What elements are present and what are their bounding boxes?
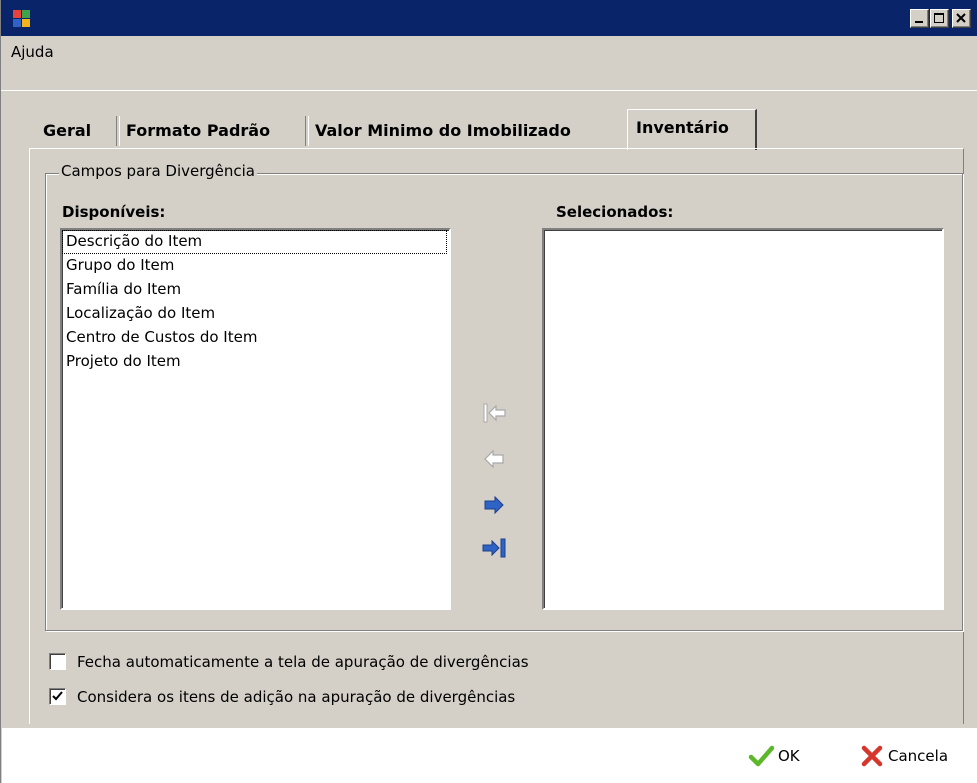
menu-bar: Ajuda (1, 36, 977, 66)
ok-button[interactable]: OK (748, 744, 820, 772)
minimize-icon (915, 21, 923, 23)
tab-separator (116, 116, 120, 146)
app-icon (13, 10, 31, 28)
list-item[interactable]: Grupo do Item (62, 254, 449, 278)
tab-inventario-label: Inventário (636, 118, 729, 137)
arrow-left-icon (484, 449, 504, 469)
tab-geral[interactable]: Geral (43, 121, 91, 140)
cancel-label: Cancela (888, 747, 949, 765)
list-item[interactable]: Descrição do Item (62, 230, 447, 254)
maximize-icon (934, 13, 944, 23)
auto-close-checkbox[interactable] (49, 653, 66, 670)
ok-label: OK (778, 747, 800, 765)
add-all-button[interactable] (479, 533, 511, 563)
double-arrow-right-icon (482, 538, 506, 558)
maximize-button[interactable] (930, 9, 949, 28)
title-bar[interactable] (1, 0, 977, 36)
tab-formato-padrao[interactable]: Formato Padrão (126, 121, 270, 140)
menu-divider (1, 90, 977, 91)
available-label: Disponíveis: (62, 203, 166, 221)
x-mark-icon (861, 745, 883, 767)
check-mark-icon (748, 745, 774, 767)
minimize-button[interactable] (910, 9, 929, 28)
auto-close-option[interactable]: Fecha automaticamente a tela de apuração… (49, 651, 649, 675)
list-item[interactable]: Centro de Custos do Item (62, 326, 449, 350)
auto-close-label: Fecha automaticamente a tela de apuração… (77, 653, 529, 671)
selected-label: Selecionados: (556, 203, 674, 221)
dialog-window: Ajuda Geral Formato Padrão Valor Minimo … (0, 0, 977, 783)
selected-list[interactable] (542, 228, 944, 610)
double-arrow-left-icon (483, 403, 506, 423)
list-item[interactable]: Família do Item (62, 278, 449, 302)
close-icon (956, 13, 966, 23)
list-item[interactable]: Localização do Item (62, 302, 449, 326)
include-addition-option[interactable]: Considera os itens de adição na apuração… (49, 686, 649, 710)
cancel-button[interactable]: Cancela (860, 744, 972, 772)
menu-help[interactable]: Ajuda (11, 43, 54, 61)
add-one-button[interactable] (479, 490, 511, 520)
arrow-right-icon (484, 495, 504, 515)
available-list[interactable]: Descrição do Item Grupo do Item Família … (60, 228, 451, 610)
close-button[interactable] (952, 9, 971, 28)
group-title: Campos para Divergência (59, 162, 257, 180)
check-icon (52, 691, 63, 701)
remove-one-button[interactable] (479, 444, 511, 474)
tab-inventario[interactable]: Inventário (627, 109, 757, 150)
tab-separator (305, 116, 309, 146)
list-item[interactable]: Projeto do Item (62, 350, 449, 374)
remove-all-button[interactable] (479, 398, 511, 428)
include-addition-label: Considera os itens de adição na apuração… (77, 688, 516, 706)
include-addition-checkbox[interactable] (49, 688, 66, 705)
tab-valor-minimo[interactable]: Valor Minimo do Imobilizado (315, 121, 571, 140)
dialog-footer: OK Cancela (2, 728, 977, 783)
